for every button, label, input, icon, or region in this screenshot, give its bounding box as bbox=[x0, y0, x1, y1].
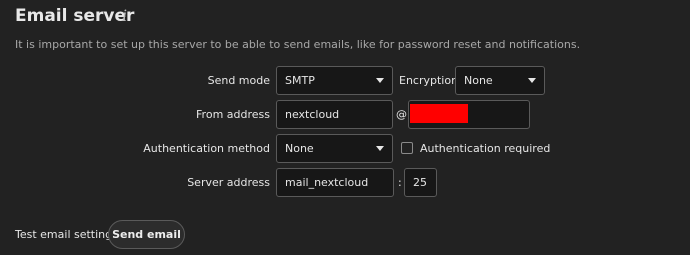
authentication-method-value: None bbox=[285, 142, 314, 155]
encryption-value: None bbox=[464, 74, 493, 87]
server-port-value: 25 bbox=[413, 176, 427, 189]
server-address-label: Server address bbox=[187, 176, 270, 189]
server-host-input[interactable]: mail_nextcloud bbox=[276, 168, 394, 197]
from-address-label: From address bbox=[196, 108, 270, 121]
authentication-method-select[interactable]: None bbox=[276, 134, 393, 163]
authentication-required-checkbox[interactable] bbox=[401, 142, 413, 154]
chevron-down-icon bbox=[376, 78, 384, 83]
redaction-box bbox=[410, 104, 468, 123]
authentication-method-label: Authentication method bbox=[143, 142, 270, 155]
send-mode-label: Send mode bbox=[207, 74, 270, 87]
at-sign: @ bbox=[396, 108, 407, 121]
section-title: Email server bbox=[15, 6, 135, 26]
server-port-input[interactable]: 25 bbox=[404, 168, 437, 197]
server-host-value: mail_nextcloud bbox=[285, 176, 369, 189]
port-separator: : bbox=[398, 176, 402, 189]
send-mode-select[interactable]: SMTP bbox=[276, 66, 393, 95]
from-address-local-value: nextcloud bbox=[285, 108, 340, 121]
chevron-down-icon bbox=[376, 146, 384, 151]
send-email-button[interactable]: Send email bbox=[108, 220, 185, 249]
authentication-required-label[interactable]: Authentication required bbox=[420, 141, 550, 157]
section-description: It is important to set up this server to… bbox=[15, 38, 581, 51]
test-email-label: Test email settings bbox=[15, 228, 118, 241]
from-address-local-input[interactable]: nextcloud bbox=[276, 100, 393, 129]
info-icon[interactable]: i bbox=[122, 5, 127, 27]
encryption-label: Encryption bbox=[399, 74, 459, 87]
chevron-down-icon bbox=[528, 78, 536, 83]
encryption-select[interactable]: None bbox=[455, 66, 545, 95]
send-mode-value: SMTP bbox=[285, 74, 315, 87]
email-server-settings-panel: Email server i It is important to set up… bbox=[0, 0, 690, 255]
